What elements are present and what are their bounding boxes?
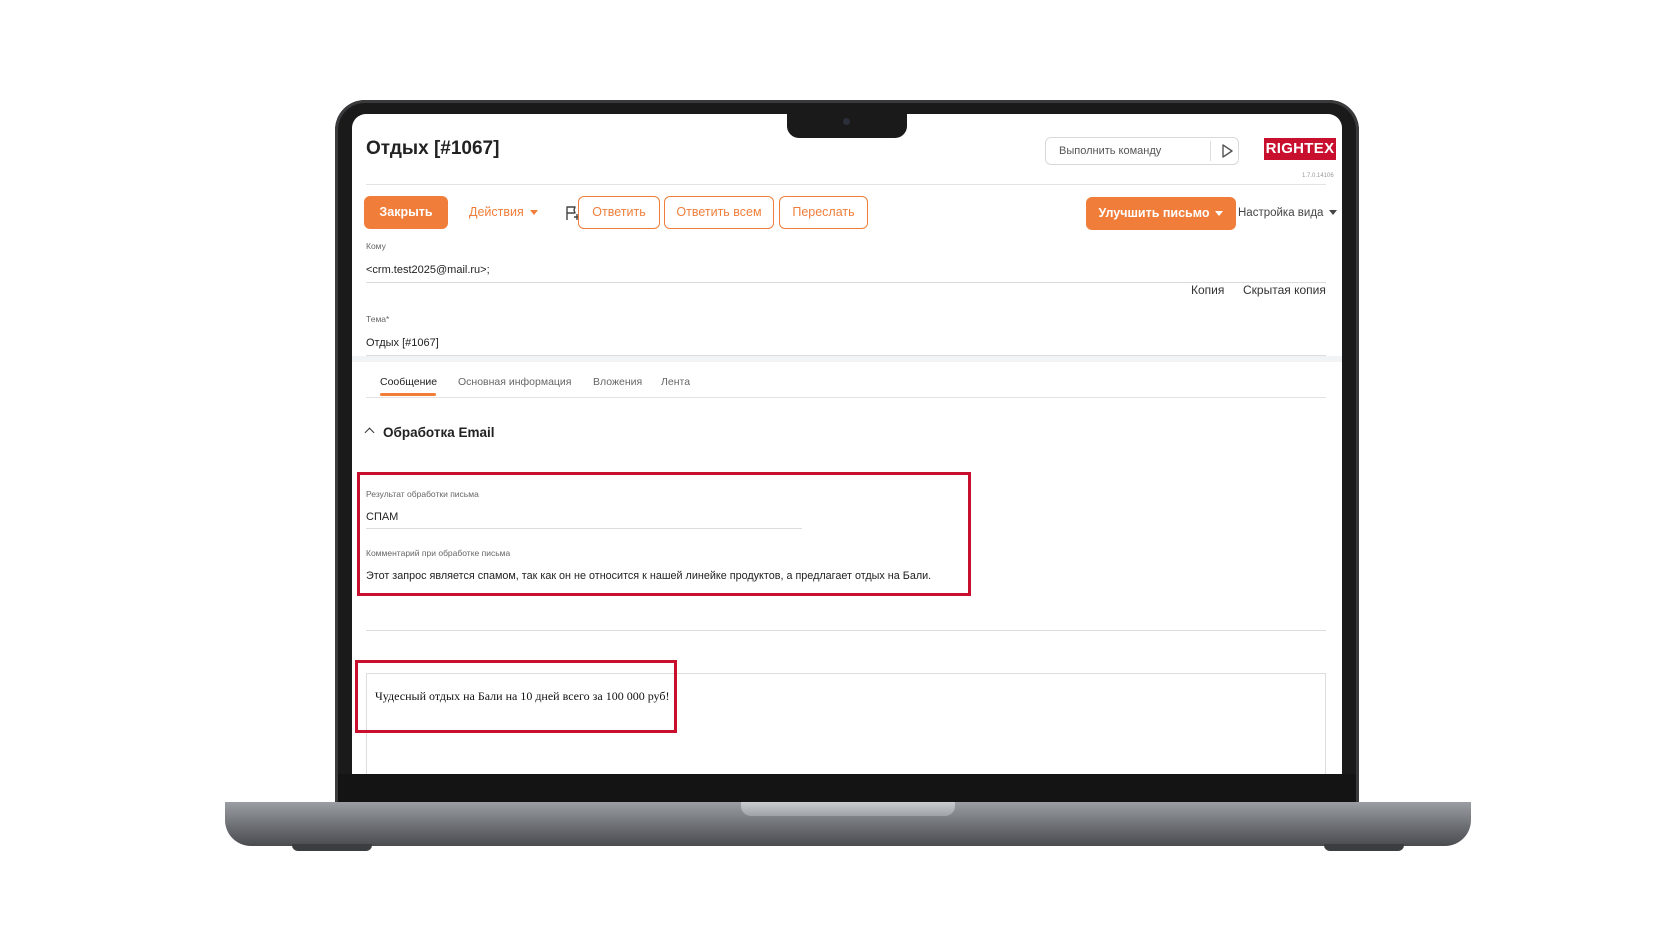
version-label: 1.7.0.14106 [1302, 173, 1334, 179]
result-label: Результат обработки письма [366, 489, 479, 499]
improve-letter-button[interactable]: Улучшить письмо [1086, 197, 1236, 230]
camera-icon [843, 118, 850, 125]
result-underline [366, 528, 802, 529]
screen: Отдых [#1067] Выполнить команду RIGHTEX … [352, 114, 1342, 774]
comment-label: Комментарий при обработке письма [366, 548, 511, 558]
tabs-divider [366, 397, 1326, 398]
cc-link[interactable]: Копия [1191, 283, 1224, 297]
tab-main-info[interactable]: Основная информация [458, 376, 571, 388]
to-underline [366, 282, 1326, 283]
processing-divider [366, 630, 1326, 631]
view-settings-label: Настройка вида [1238, 207, 1324, 219]
subject-field[interactable]: Отдых [#1067] [366, 337, 439, 349]
play-icon[interactable] [1218, 142, 1236, 160]
email-processing-title: Обработка Email [383, 425, 495, 440]
tab-feed[interactable]: Лента [661, 376, 690, 388]
forward-button[interactable]: Переслать [779, 196, 868, 229]
reply-button[interactable]: Ответить [578, 196, 660, 229]
actions-label: Действия [469, 205, 524, 219]
laptop-foot-left [292, 844, 372, 851]
brand-logo: RIGHTEX [1264, 138, 1336, 160]
subject-label: Тема* [366, 314, 390, 324]
active-tab-indicator [380, 393, 436, 396]
header-divider [366, 184, 1326, 185]
chevron-up-icon [364, 427, 375, 438]
to-field[interactable]: <crm.test2025@mail.ru>; [366, 264, 490, 276]
laptop-foot-right [1324, 844, 1404, 851]
command-divider [1210, 141, 1211, 161]
reply-all-button[interactable]: Ответить всем [664, 196, 774, 229]
to-label: Кому [366, 241, 386, 251]
tab-message[interactable]: Сообщение [380, 376, 437, 388]
view-settings-dropdown[interactable]: Настройка вида [1238, 207, 1338, 219]
section-separator [352, 356, 1342, 362]
letter-body-text: Чудесный отдых на Бали на 10 дней всего … [375, 689, 670, 703]
result-field[interactable]: СПАМ [366, 511, 398, 523]
chevron-down-icon [529, 210, 538, 216]
chevron-down-icon [1215, 211, 1224, 217]
tab-attachments[interactable]: Вложения [593, 376, 642, 388]
chevron-down-icon [1329, 210, 1338, 216]
comment-field[interactable]: Этот запрос является спамом, так как он … [366, 570, 931, 582]
bcc-link[interactable]: Скрытая копия [1243, 283, 1326, 297]
command-box[interactable]: Выполнить команду [1045, 137, 1239, 165]
close-button[interactable]: Закрыть [364, 196, 448, 229]
improve-letter-label: Улучшить письмо [1098, 206, 1210, 220]
actions-dropdown[interactable]: Действия [469, 205, 538, 219]
command-input[interactable]: Выполнить команду [1059, 145, 1161, 157]
laptop-base-notch [741, 802, 955, 816]
laptop-bottom-bezel [338, 774, 1356, 802]
page-title: Отдых [#1067] [366, 138, 500, 159]
email-processing-header[interactable]: Обработка Email [364, 425, 495, 440]
